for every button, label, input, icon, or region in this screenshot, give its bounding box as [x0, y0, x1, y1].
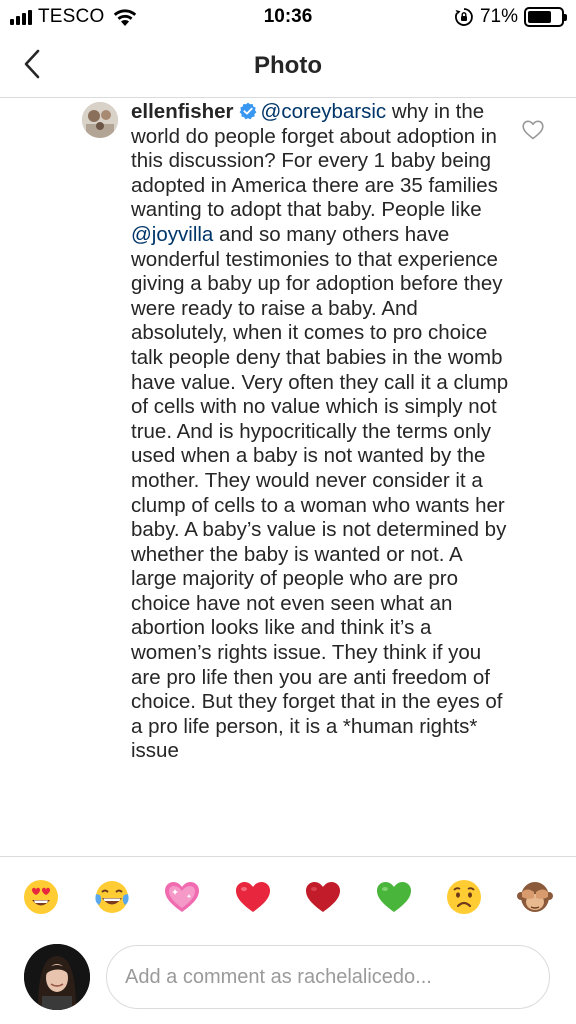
see-no-evil-monkey-emoji-icon[interactable] [516, 878, 554, 916]
comment-thread: ellenfisher @coreybarsic why in the worl… [0, 98, 576, 856]
page-title: Photo [254, 52, 322, 79]
green-heart-emoji-icon[interactable] [375, 878, 413, 916]
comment-input[interactable] [106, 945, 550, 1009]
comment-text: ellenfisher @coreybarsic why in the worl… [131, 100, 511, 764]
comment-username[interactable]: ellenfisher [131, 100, 234, 123]
comment-text-part: and so many others have wonderful testim… [131, 222, 509, 763]
tears-of-joy-emoji-icon[interactable] [93, 878, 131, 916]
user-photo-icon [24, 944, 90, 1010]
comment-composer [0, 936, 576, 1024]
worried-face-emoji-icon[interactable] [445, 878, 483, 916]
commenter-avatar[interactable] [82, 102, 118, 138]
mention-link[interactable]: @coreybarsic [261, 100, 387, 123]
heart-eyes-emoji-icon[interactable] [22, 878, 60, 916]
emoji-quick-reply-bar [0, 856, 576, 936]
navigation-bar: Photo [0, 34, 576, 98]
mention-link[interactable]: @joyvilla [131, 223, 213, 246]
status-right: 71% [454, 6, 567, 28]
dark-red-heart-emoji-icon[interactable] [304, 878, 342, 916]
battery-percent: 71% [479, 6, 518, 27]
status-bar: TESCO 10:36 71% [0, 0, 576, 34]
red-heart-emoji-icon[interactable] [234, 878, 272, 916]
heart-outline-icon[interactable] [522, 120, 544, 140]
sparkling-heart-emoji-icon[interactable] [163, 878, 201, 916]
battery-icon [524, 7, 567, 27]
avatar-photo-icon [82, 102, 118, 138]
rotation-lock-icon [455, 8, 473, 26]
verified-badge-icon [239, 102, 256, 120]
current-user-avatar[interactable] [24, 944, 90, 1010]
